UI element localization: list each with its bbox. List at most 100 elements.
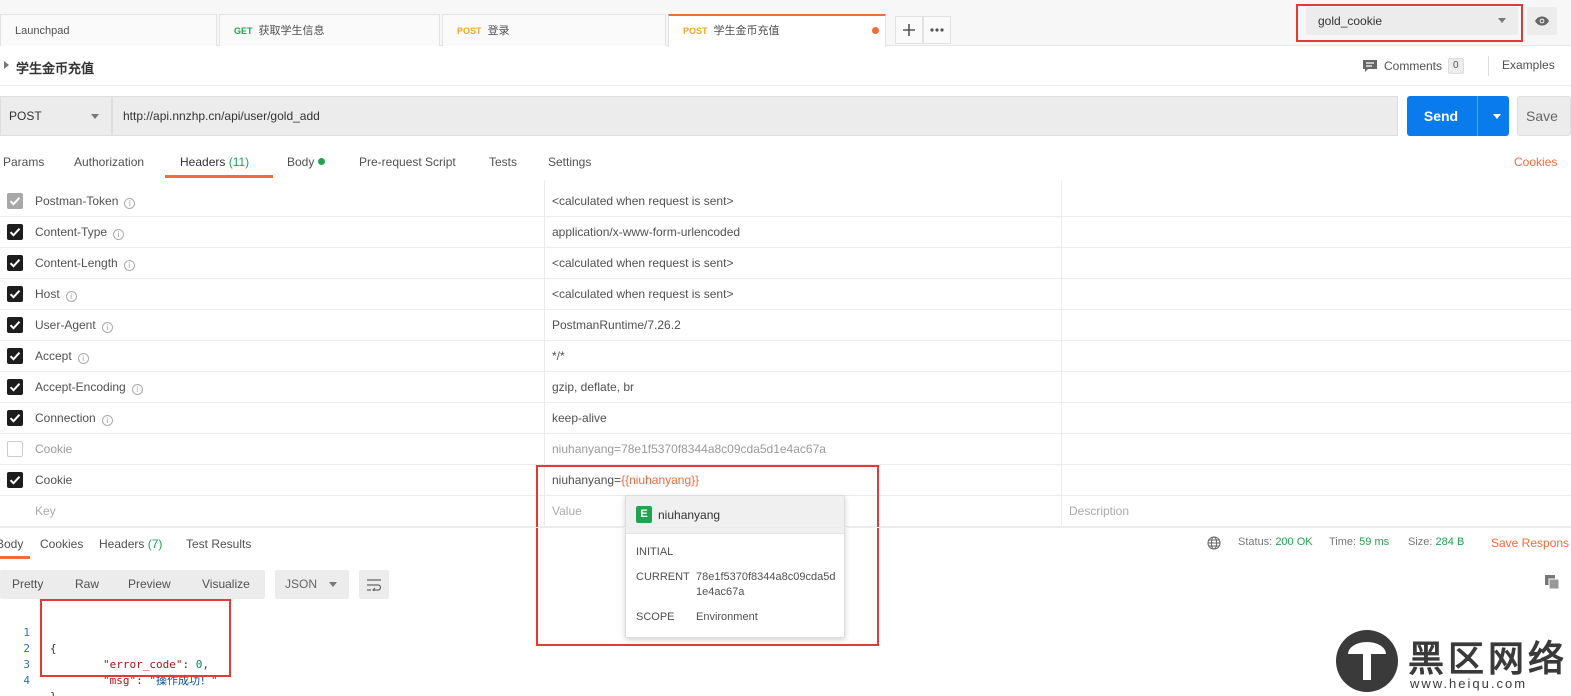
header-key[interactable]: Accept i — [35, 349, 89, 364]
view-raw-button[interactable]: Raw — [75, 577, 99, 591]
header-key[interactable]: Cookie — [35, 473, 72, 487]
view-preview-button[interactable]: Preview — [128, 577, 171, 591]
header-value[interactable]: PostmanRuntime/7.26.2 — [552, 318, 681, 332]
header-key-text: Cookie — [35, 442, 73, 456]
header-key[interactable]: Content-Length i — [35, 256, 135, 271]
header-value[interactable]: <calculated when request is sent> — [552, 256, 733, 270]
header-key[interactable]: Connection i — [35, 411, 113, 426]
header-key[interactable]: User-Agent i — [35, 318, 113, 333]
examples-button[interactable]: Examples — [1502, 58, 1555, 72]
response-format-select[interactable]: JSON — [275, 570, 349, 599]
response-tab-body[interactable]: Body — [0, 537, 23, 551]
info-icon[interactable]: i — [101, 415, 113, 426]
tab-settings[interactable]: Settings — [548, 155, 591, 169]
header-enable-checkbox[interactable] — [7, 472, 23, 488]
header-row: Content-Length i <calculated when request … — [0, 248, 1571, 279]
tab-gold-recharge[interactable]: POST 学生金币充值 — [668, 14, 886, 47]
header-enable-checkbox[interactable] — [7, 193, 23, 209]
eye-icon — [1535, 16, 1549, 26]
info-icon[interactable]: i — [77, 353, 89, 364]
copy-icon[interactable] — [1544, 574, 1560, 590]
save-button[interactable]: Save — [1517, 96, 1571, 136]
code-line: 4 } — [0, 657, 56, 696]
highlight-environment-box — [1296, 4, 1523, 42]
new-key-input[interactable]: Key — [35, 504, 56, 518]
tab-label: 学生金币充值 — [713, 25, 780, 37]
globe-icon[interactable] — [1207, 536, 1221, 550]
header-value[interactable]: niuhanyang=78e1f5370f8344a8c09cda5d1e4ac… — [552, 442, 826, 456]
environment-badge-icon: E — [636, 506, 652, 523]
body-status-dot-icon — [318, 158, 326, 165]
info-icon[interactable]: i — [124, 198, 136, 209]
expand-arrow-icon[interactable] — [4, 61, 9, 69]
header-value[interactable]: application/x-www-form-urlencoded — [552, 225, 740, 239]
header-key[interactable]: Postman-Token i — [35, 194, 136, 209]
tooltip-variable-name: niuhanyang — [658, 508, 721, 522]
tab-params[interactable]: Params — [3, 155, 44, 169]
watermark-text: 黑区网络 — [1408, 639, 1569, 680]
header-enable-checkbox[interactable] — [7, 286, 23, 302]
header-key[interactable]: Accept-Encoding i — [35, 380, 143, 395]
header-enable-checkbox[interactable] — [7, 255, 23, 271]
header-key-text: Postman-Token — [35, 194, 119, 208]
header-enable-checkbox[interactable] — [7, 379, 23, 395]
header-value[interactable]: keep-alive — [552, 411, 607, 425]
method-select[interactable]: POST — [0, 96, 112, 136]
header-enable-checkbox[interactable] — [7, 441, 23, 457]
code-line: 3 "msg": "操作成功！" — [0, 641, 217, 687]
send-options-chevron-icon[interactable] — [1493, 114, 1501, 119]
environment-quick-look-button[interactable] — [1527, 7, 1557, 35]
comments-button[interactable]: Comments 0 — [1362, 58, 1464, 74]
header-key-text: Host — [35, 287, 60, 301]
send-button[interactable]: Send — [1407, 96, 1509, 136]
tab-get-student-info[interactable]: GET 获取学生信息 — [219, 14, 440, 46]
tooltip-current-value: 78e1f5370f8344a8c09cda5d1e4ac67a — [696, 571, 836, 598]
info-icon[interactable]: i — [65, 291, 77, 302]
header-key[interactable]: Cookie — [35, 442, 72, 456]
more-tabs-button[interactable] — [923, 16, 951, 44]
response-status: Status: 200 OK — [1238, 536, 1313, 548]
header-key[interactable]: Content-Type i — [35, 225, 125, 240]
wrap-lines-button[interactable] — [359, 570, 389, 599]
time-label: Time: — [1329, 536, 1357, 548]
ellipsis-icon — [930, 28, 944, 32]
header-enable-checkbox[interactable] — [7, 224, 23, 240]
response-tab-cookies[interactable]: Cookies — [40, 537, 83, 551]
header-value[interactable]: <calculated when request is sent> — [552, 287, 733, 301]
info-icon[interactable]: i — [131, 384, 143, 395]
response-tab-headers[interactable]: Headers (7) — [99, 537, 162, 551]
url-input-value: http://api.nnzhp.cn/api/user/gold_add — [123, 109, 320, 123]
info-icon[interactable]: i — [123, 260, 135, 271]
chevron-down-icon — [91, 114, 99, 119]
new-description-input[interactable]: Description — [1069, 504, 1129, 518]
view-pretty-button[interactable]: Pretty — [12, 577, 43, 591]
header-enable-checkbox[interactable] — [7, 317, 23, 333]
tab-method: GET — [234, 26, 253, 36]
request-name-row: 学生金币充值 Comments 0 Examples — [0, 46, 1571, 86]
cookies-link[interactable]: Cookies — [1514, 155, 1557, 169]
header-key[interactable]: Host i — [35, 287, 77, 302]
response-tab-test-results[interactable]: Test Results — [186, 537, 251, 551]
info-icon[interactable]: i — [101, 322, 113, 333]
tab-login[interactable]: POST 登录 — [442, 14, 666, 46]
tab-authorization[interactable]: Authorization — [74, 155, 144, 169]
header-enable-checkbox[interactable] — [7, 348, 23, 364]
info-icon[interactable]: i — [113, 229, 125, 240]
header-value[interactable]: gzip, deflate, br — [552, 380, 634, 394]
new-tab-button[interactable] — [895, 16, 923, 44]
tab-body[interactable]: Body — [287, 155, 326, 169]
tab-method: POST — [457, 26, 482, 36]
view-visualize-button[interactable]: Visualize — [202, 577, 250, 591]
tab-pre-request-script[interactable]: Pre-request Script — [359, 155, 456, 169]
tab-launchpad[interactable]: Launchpad — [0, 14, 217, 46]
header-value[interactable]: */* — [552, 349, 565, 363]
save-response-button[interactable]: Save Respons — [1491, 536, 1569, 550]
chevron-down-icon — [329, 582, 337, 587]
header-enable-checkbox[interactable] — [7, 410, 23, 426]
code-line: 2 "error_code": 0, — [0, 625, 209, 671]
header-row: Cookie niuhanyang=78e1f5370f8344a8c09cda5… — [0, 434, 1571, 465]
header-value[interactable]: <calculated when request is sent> — [552, 194, 733, 208]
tab-tests[interactable]: Tests — [489, 155, 517, 169]
tab-headers[interactable]: Headers (11) — [180, 155, 249, 169]
url-input[interactable]: http://api.nnzhp.cn/api/user/gold_add — [112, 96, 1398, 136]
